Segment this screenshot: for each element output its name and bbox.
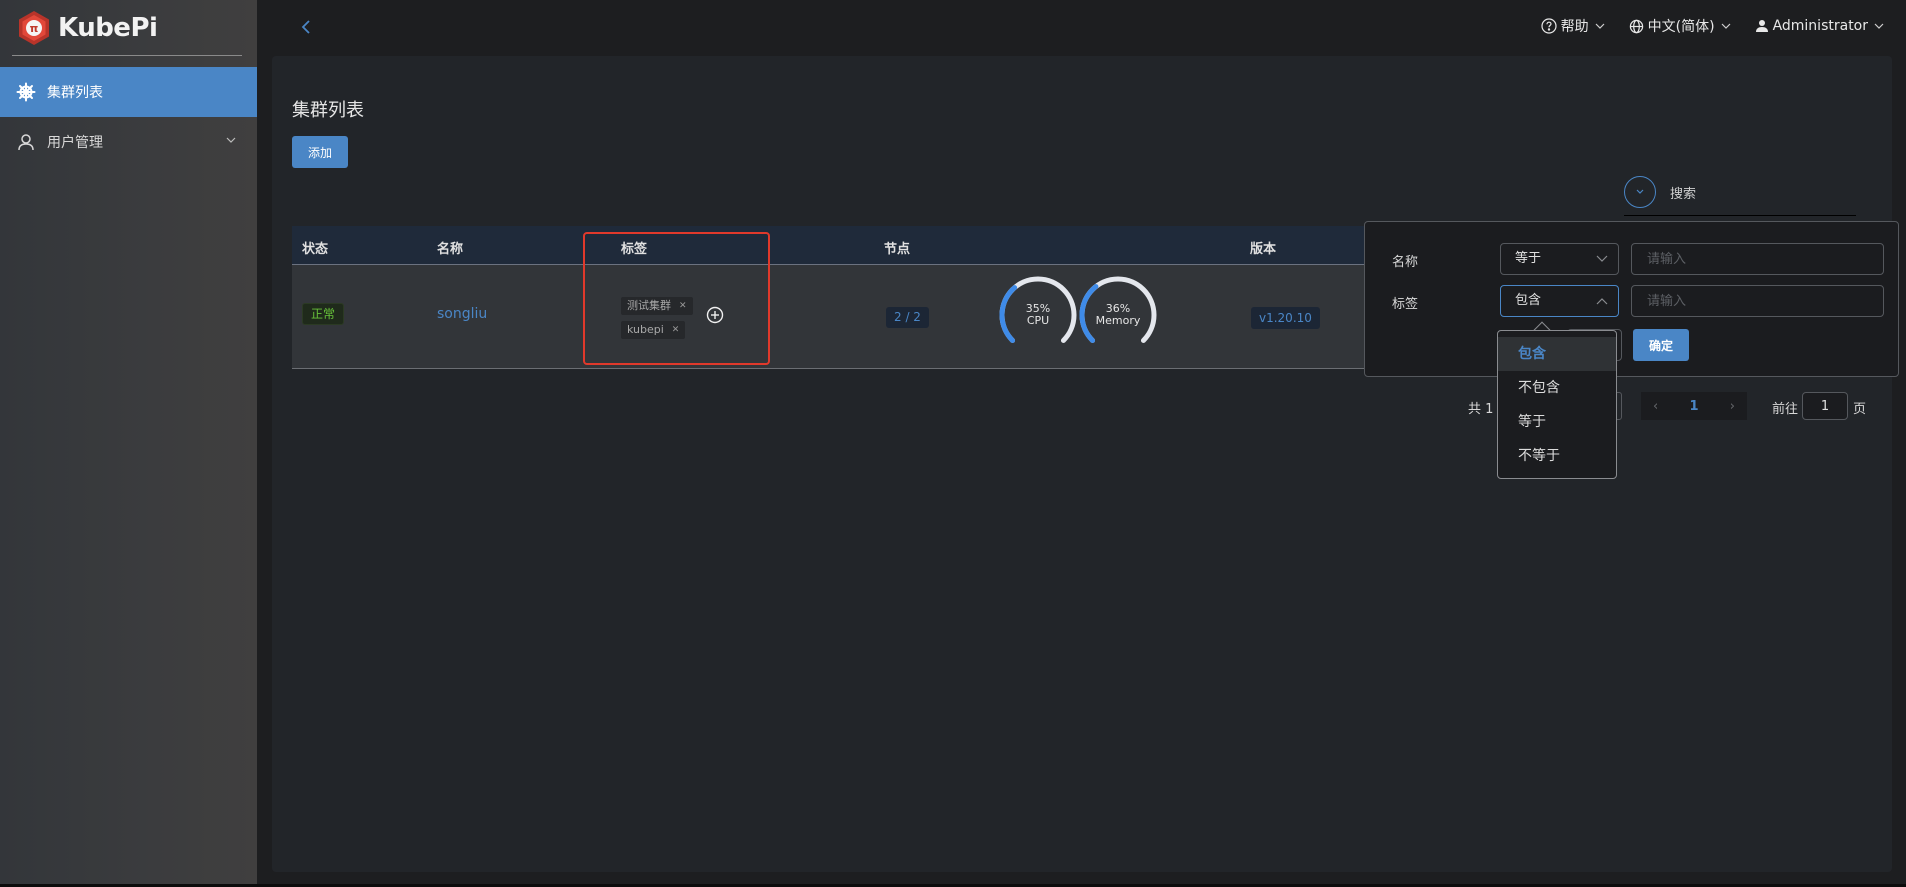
column-header-nodes: 节点 bbox=[884, 242, 911, 257]
question-circle-icon bbox=[1541, 18, 1557, 34]
dropdown-option-equals[interactable]: 等于 bbox=[1498, 405, 1616, 439]
sidebar-item-clusters[interactable]: 集群列表 bbox=[0, 67, 257, 117]
dropdown-option-not-contains[interactable]: 不包含 bbox=[1498, 371, 1616, 405]
version-badge: v1.20.10 bbox=[1251, 307, 1320, 329]
username: Administrator bbox=[1772, 18, 1868, 34]
kubepi-logo-icon: π bbox=[19, 11, 49, 45]
top-bar: 帮助 中文(简体) Administrator bbox=[257, 0, 1906, 55]
cpu-label: CPU bbox=[1026, 314, 1050, 327]
name-operator-select[interactable]: 等于 bbox=[1500, 243, 1619, 275]
help-menu[interactable]: 帮助 bbox=[1541, 16, 1607, 36]
dropdown-option-contains[interactable]: 包含 bbox=[1498, 337, 1616, 371]
operator-dropdown: 包含 不包含 等于 不等于 bbox=[1497, 330, 1617, 479]
dropdown-option-not-equals[interactable]: 不等于 bbox=[1498, 439, 1616, 473]
goto-suffix: 页 bbox=[1853, 402, 1867, 417]
column-header-name: 名称 bbox=[437, 242, 464, 257]
chevron-down-icon bbox=[1636, 189, 1644, 194]
sidebar-item-users[interactable]: 用户管理 bbox=[0, 117, 257, 167]
app-logo[interactable]: π KubePi bbox=[16, 8, 158, 48]
sidebar-item-label: 用户管理 bbox=[47, 135, 103, 151]
label-tag-text: 测试集群 bbox=[627, 299, 671, 312]
label-tag-text: kubepi bbox=[627, 323, 664, 336]
label-filter-input[interactable] bbox=[1631, 285, 1884, 317]
confirm-filter-button[interactable]: 确定 bbox=[1633, 329, 1689, 361]
column-header-status: 状态 bbox=[302, 242, 329, 257]
user-menu[interactable]: Administrator bbox=[1755, 18, 1886, 34]
logo-divider bbox=[12, 55, 242, 56]
chevron-down-icon bbox=[226, 137, 236, 143]
name-filter-input[interactable] bbox=[1631, 243, 1884, 275]
next-page-chevron-right-icon[interactable]: › bbox=[1730, 399, 1735, 414]
label-operator-value: 包含 bbox=[1515, 293, 1542, 308]
label-operator-select[interactable]: 包含 bbox=[1500, 285, 1619, 317]
help-label: 帮助 bbox=[1560, 19, 1589, 35]
column-header-version: 版本 bbox=[1250, 242, 1277, 257]
name-operator-value: 等于 bbox=[1515, 251, 1542, 266]
chevron-down-icon bbox=[1595, 23, 1605, 29]
search-label[interactable]: 搜索 bbox=[1670, 183, 1696, 202]
search-divider bbox=[1624, 215, 1856, 216]
filter-label-label: 标签 bbox=[1392, 297, 1419, 312]
page-number[interactable]: 1 bbox=[1689, 399, 1698, 414]
language-menu[interactable]: 中文(简体) bbox=[1629, 16, 1733, 36]
status-badge: 正常 bbox=[302, 303, 345, 325]
add-cluster-button[interactable]: 添加 bbox=[292, 136, 348, 168]
chevron-up-icon bbox=[1596, 298, 1608, 305]
svg-text:π: π bbox=[30, 22, 39, 35]
pager: ‹ 1 › bbox=[1641, 392, 1747, 420]
label-tag: kubepi ✕ bbox=[621, 321, 686, 339]
column-header-labels: 标签 bbox=[621, 242, 648, 257]
page-title: 集群列表 bbox=[292, 100, 364, 121]
search-toggle-button[interactable] bbox=[1624, 176, 1656, 208]
nodes-badge: 2 / 2 bbox=[886, 307, 929, 328]
goto-page-input[interactable] bbox=[1802, 392, 1848, 420]
kubernetes-wheel-icon bbox=[16, 82, 36, 102]
user-icon bbox=[1755, 20, 1768, 32]
close-icon[interactable]: ✕ bbox=[679, 297, 687, 315]
chevron-down-icon bbox=[1596, 255, 1608, 262]
label-tag: 测试集群 ✕ bbox=[621, 297, 693, 315]
goto-label: 前往 bbox=[1772, 402, 1799, 417]
language-label: 中文(简体) bbox=[1647, 19, 1715, 35]
sidebar-item-label: 集群列表 bbox=[47, 85, 103, 101]
app-name: KubePi bbox=[58, 13, 158, 43]
main-content: 集群列表 添加 搜索 状态 名称 标签 节点 版本 正常 songliu 测试集… bbox=[272, 56, 1892, 872]
filter-name-label: 名称 bbox=[1392, 255, 1419, 270]
globe-icon bbox=[1629, 19, 1643, 33]
prev-page-chevron-left-icon[interactable]: ‹ bbox=[1653, 399, 1658, 414]
collapse-sidebar-chevron-left-icon[interactable] bbox=[297, 17, 315, 37]
user-icon bbox=[16, 132, 36, 152]
cluster-name-link[interactable]: songliu bbox=[437, 306, 487, 322]
chevron-down-icon bbox=[1874, 23, 1884, 29]
search-filter-panel: 名称 等于 标签 包含 确定 bbox=[1364, 221, 1899, 377]
memory-label: Memory bbox=[1095, 314, 1141, 327]
cpu-gauge: 35% CPU bbox=[996, 273, 1080, 357]
add-label-plus-circle-icon[interactable] bbox=[706, 306, 724, 324]
chevron-down-icon bbox=[1721, 23, 1730, 29]
sidebar: π KubePi 集群列表 用户管理 bbox=[0, 0, 257, 887]
memory-gauge: 36% Memory bbox=[1076, 273, 1160, 357]
close-icon[interactable]: ✕ bbox=[672, 321, 680, 339]
